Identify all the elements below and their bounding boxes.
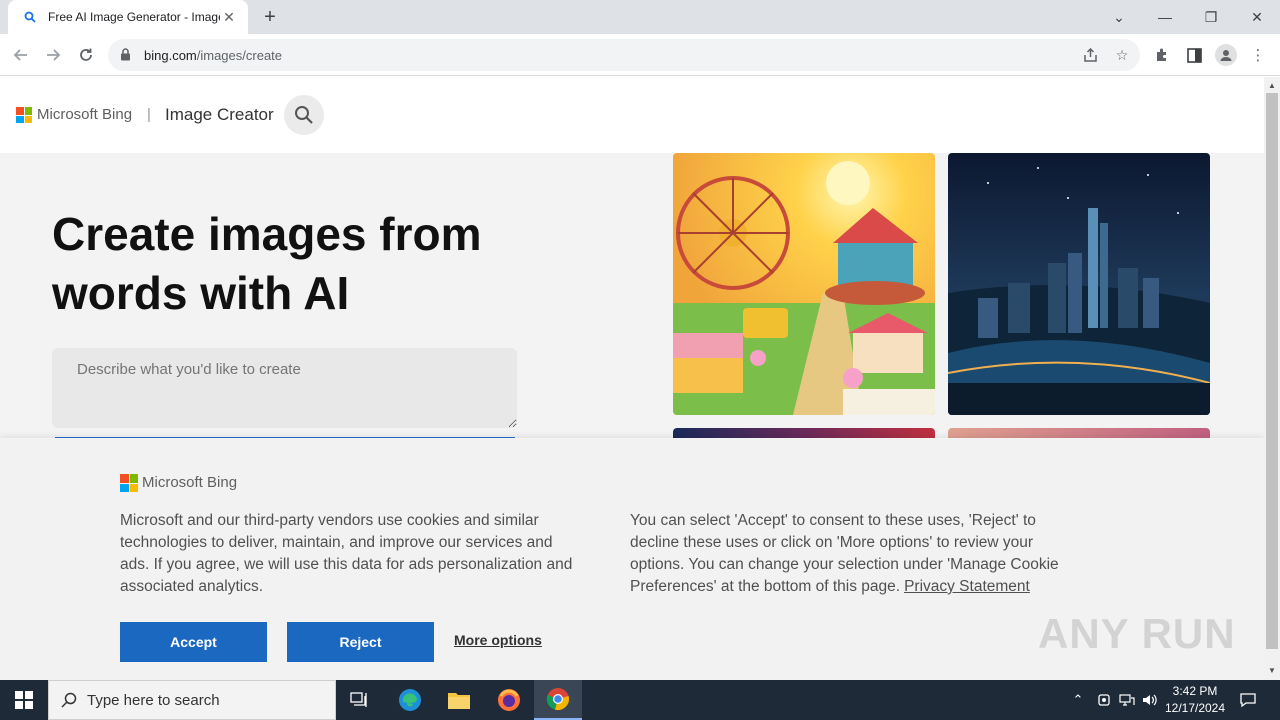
header-separator: | xyxy=(147,106,151,123)
scroll-up-arrow-icon[interactable]: ▲ xyxy=(1264,79,1280,93)
windows-logo-icon xyxy=(15,691,33,709)
scrollbar-thumb[interactable] xyxy=(1266,93,1278,649)
microsoft-logo-icon xyxy=(120,474,138,492)
clock-time: 3:42 PM xyxy=(1172,684,1218,698)
notifications-icon[interactable] xyxy=(1236,680,1260,720)
sample-image-night-city[interactable] xyxy=(948,153,1210,415)
edge-browser-icon[interactable] xyxy=(386,680,434,720)
logo-square-green xyxy=(24,107,32,115)
file-explorer-icon[interactable] xyxy=(435,680,483,720)
menu-kebab-icon[interactable]: ⋮ xyxy=(1247,44,1269,66)
page-scrollbar[interactable]: ▲ ▼ xyxy=(1264,77,1280,680)
clock-date: 12/17/2024 xyxy=(1164,701,1226,715)
hero-title-line: words with AI xyxy=(52,267,350,319)
extensions-icon[interactable] xyxy=(1151,44,1173,66)
logo-square-red xyxy=(120,474,129,483)
logo-square-red xyxy=(16,107,24,115)
browser-toolbar: bing.com/images/create ☆ ⋮ xyxy=(0,34,1280,76)
tray-chevron-up-icon[interactable]: ⌃ xyxy=(1068,680,1088,720)
side-panel-icon[interactable] xyxy=(1183,44,1205,66)
tab-close-icon[interactable]: ✕ xyxy=(220,9,238,26)
minimize-button[interactable]: — xyxy=(1142,0,1188,34)
cookie-text-left: Microsoft and our third-party vendors us… xyxy=(120,512,573,595)
tab-search-chevron-icon[interactable]: ⌄ xyxy=(1096,0,1142,34)
lock-icon xyxy=(120,48,134,62)
tray-device-icon[interactable] xyxy=(1094,680,1114,720)
tab-title: Free AI Image Generator - Image Creator xyxy=(48,10,220,24)
task-view-icon[interactable] xyxy=(336,680,384,720)
microsoft-logo-icon[interactable] xyxy=(16,107,32,123)
logo-square-blue xyxy=(120,483,129,492)
privacy-statement-link[interactable]: Privacy Statement xyxy=(904,578,1030,595)
sample-image-carnival[interactable] xyxy=(673,153,935,415)
windows-taskbar: Type here to search ⌃ 3:42 PM 12/17/2024 xyxy=(0,680,1280,720)
logo-square-blue xyxy=(16,115,24,123)
url-text: bing.com/images/create xyxy=(144,48,282,63)
network-icon[interactable] xyxy=(1117,680,1137,720)
search-icon xyxy=(61,692,77,708)
url-host: bing.com xyxy=(144,47,197,63)
volume-icon[interactable] xyxy=(1140,680,1160,720)
new-tab-button[interactable]: + xyxy=(258,5,282,29)
taskbar-search-placeholder: Type here to search xyxy=(87,691,220,709)
logo-square-yellow xyxy=(24,115,32,123)
reject-button[interactable]: Reject xyxy=(287,622,434,662)
forward-button[interactable] xyxy=(40,42,66,68)
url-path: /images/create xyxy=(196,47,283,63)
cookie-brand: Microsoft Bing xyxy=(142,474,238,491)
address-bar[interactable]: bing.com/images/create ☆ xyxy=(108,39,1140,71)
product-title[interactable]: Image Creator xyxy=(165,105,274,125)
profile-avatar-icon[interactable] xyxy=(1215,44,1237,66)
search-button[interactable] xyxy=(284,95,324,135)
browser-tab[interactable]: Free AI Image Generator - Image Creator … xyxy=(8,0,248,34)
reload-button[interactable] xyxy=(73,42,99,68)
hero-title: Create images from words with AI xyxy=(52,205,572,323)
logo-square-yellow xyxy=(129,483,138,492)
bookmark-star-icon[interactable]: ☆ xyxy=(1112,45,1132,65)
bing-search-favicon-icon xyxy=(22,9,38,25)
start-button[interactable] xyxy=(0,680,48,720)
brand-name[interactable]: Microsoft Bing xyxy=(37,106,132,123)
accept-button[interactable]: Accept xyxy=(120,622,267,662)
search-icon xyxy=(295,106,313,124)
site-header: Microsoft Bing | Image Creator xyxy=(0,77,1264,153)
scroll-down-arrow-icon[interactable]: ▼ xyxy=(1264,664,1280,678)
share-icon[interactable] xyxy=(1080,45,1100,65)
close-window-button[interactable]: ✕ xyxy=(1234,0,1280,34)
cookie-text-right: You can select 'Accept' to consent to th… xyxy=(630,510,1075,598)
chrome-icon[interactable] xyxy=(534,680,582,720)
firefox-icon[interactable] xyxy=(485,680,533,720)
back-button[interactable] xyxy=(8,42,34,68)
taskbar-search-box[interactable]: Type here to search xyxy=(48,680,336,720)
system-clock[interactable]: 3:42 PM 12/17/2024 xyxy=(1160,683,1230,717)
prompt-input[interactable] xyxy=(52,348,517,428)
restore-button[interactable]: ❐ xyxy=(1188,0,1234,34)
browser-tabstrip: Free AI Image Generator - Image Creator … xyxy=(0,0,1280,34)
more-options-link[interactable]: More options xyxy=(454,632,542,648)
screen: Free AI Image Generator - Image Creator … xyxy=(0,0,1280,720)
logo-square-green xyxy=(129,474,138,483)
anyrun-watermark: ANY RUN xyxy=(1038,610,1236,657)
hero-title-line: Create images from xyxy=(52,208,482,260)
